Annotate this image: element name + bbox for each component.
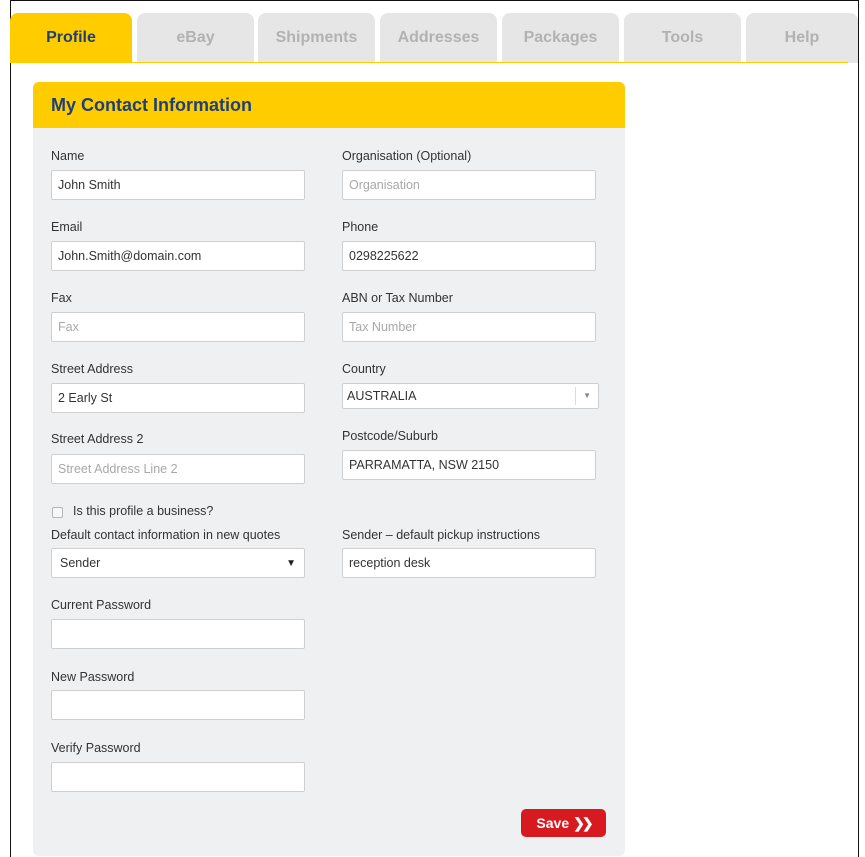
business-checkbox-label: Is this profile a business? — [73, 504, 214, 518]
tab-profile[interactable]: Profile — [10, 13, 132, 63]
business-checkbox[interactable] — [52, 507, 63, 518]
save-button-label: Save — [536, 815, 570, 831]
new-password-label: New Password — [51, 670, 135, 684]
current-password-input[interactable] — [51, 619, 305, 649]
tab-packages[interactable]: Packages — [502, 13, 619, 63]
current-password-label: Current Password — [51, 598, 152, 612]
tab-underline — [10, 62, 848, 63]
organisation-label: Organisation (Optional) — [342, 149, 472, 163]
abn-input[interactable] — [342, 312, 596, 342]
phone-label: Phone — [342, 220, 379, 234]
fax-input[interactable] — [51, 312, 305, 342]
tab-help[interactable]: Help — [746, 13, 858, 63]
panel-title: My Contact Information — [33, 82, 625, 128]
double-chevron-right-icon: ❯❯ — [573, 814, 594, 831]
verify-password-label: Verify Password — [51, 741, 141, 755]
street-address-input[interactable] — [51, 383, 305, 413]
street-address-label: Street Address — [51, 362, 133, 376]
verify-password-input[interactable] — [51, 762, 305, 792]
country-label: Country — [342, 362, 386, 376]
pickup-instructions-label: Sender – default pickup instructions — [342, 528, 541, 542]
tab-shipments[interactable]: Shipments — [258, 13, 375, 63]
postcode-label: Postcode/Suburb — [342, 429, 438, 443]
email-label: Email — [51, 220, 83, 234]
street-address-2-label: Street Address 2 — [51, 432, 144, 446]
country-selected-value: AUSTRALIA — [347, 389, 417, 403]
postcode-input[interactable] — [342, 450, 596, 480]
contact-info-panel: My Contact Information Name Organisation… — [33, 82, 625, 856]
tab-ebay[interactable]: eBay — [137, 13, 254, 63]
email-input[interactable] — [51, 241, 305, 271]
default-contact-label: Default contact information in new quote… — [51, 528, 281, 542]
country-select[interactable]: AUSTRALIA ▼ — [342, 383, 599, 409]
new-password-input[interactable] — [51, 690, 305, 720]
caret-down-icon: ▼ — [286, 558, 296, 569]
select-divider — [575, 387, 576, 405]
tab-tools[interactable]: Tools — [624, 13, 741, 63]
chevron-down-icon: ▼ — [583, 391, 591, 400]
abn-label: ABN or Tax Number — [342, 291, 453, 305]
tab-addresses[interactable]: Addresses — [380, 13, 497, 63]
phone-input[interactable] — [342, 241, 596, 271]
default-contact-selected-value: Sender — [60, 556, 101, 570]
pickup-instructions-input[interactable] — [342, 548, 596, 578]
street-address-2-input[interactable] — [51, 454, 305, 484]
organisation-input[interactable] — [342, 170, 596, 200]
name-input[interactable] — [51, 170, 305, 200]
fax-label: Fax — [51, 291, 72, 305]
default-contact-select[interactable]: Sender ▼ — [51, 548, 305, 578]
name-label: Name — [51, 149, 85, 163]
save-button[interactable]: Save ❯❯ — [521, 809, 606, 837]
